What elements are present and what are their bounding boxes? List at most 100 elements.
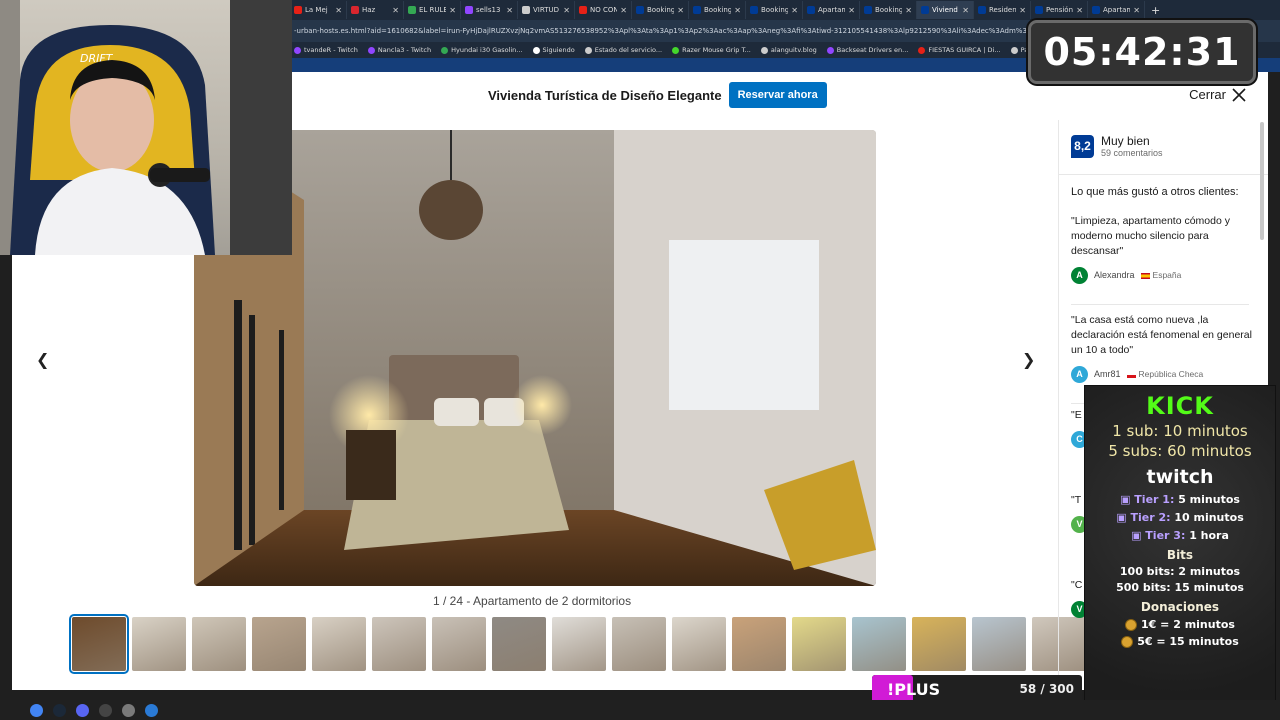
photo-thumbnail[interactable] xyxy=(792,617,846,671)
bookmark-item[interactable]: Hyundai i30 Gasolin... xyxy=(441,46,523,54)
browser-tab[interactable]: Booking ✕ xyxy=(746,1,803,19)
tab-label: Viviend xyxy=(932,6,958,14)
reserve-now-button[interactable]: Reservar ahora xyxy=(728,82,827,108)
photo-thumbnail[interactable] xyxy=(252,617,306,671)
photo-thumbnail[interactable] xyxy=(912,617,966,671)
tab-label: sells13 xyxy=(476,6,501,14)
browser-tab[interactable]: Apartam ✕ xyxy=(803,1,860,19)
browser-tab[interactable]: EL RULE ✕ xyxy=(404,1,461,19)
tab-favicon-icon xyxy=(750,6,758,14)
bookmark-item[interactable]: Razer Mouse Grip T... xyxy=(672,46,751,54)
photo-thumbnail[interactable] xyxy=(312,617,366,671)
tab-label: Residen xyxy=(989,6,1017,14)
tab-close-icon[interactable]: ✕ xyxy=(506,6,513,15)
bookmark-favicon-icon xyxy=(1010,46,1018,54)
bookmark-favicon-icon xyxy=(760,46,768,54)
bookmark-item[interactable]: alanguitv.blog xyxy=(760,46,817,54)
browser-tab[interactable]: Haz ✕ xyxy=(347,1,404,19)
tab-close-icon[interactable]: ✕ xyxy=(392,6,399,15)
previous-photo-arrow-icon[interactable]: ❮ xyxy=(36,350,49,369)
bits-rule-1: 100 bits: 2 minutos xyxy=(1119,565,1241,578)
photo-thumbnail[interactable] xyxy=(432,617,486,671)
reviews-scrollbar[interactable] xyxy=(1260,122,1264,240)
tab-close-icon[interactable]: ✕ xyxy=(1019,6,1026,15)
browser-tab[interactable]: sells13 ✕ xyxy=(461,1,518,19)
tab-close-icon[interactable]: ✕ xyxy=(1076,6,1083,15)
obs-icon[interactable] xyxy=(99,703,112,717)
next-photo-arrow-icon[interactable]: ❯ xyxy=(1022,350,1035,369)
tab-favicon-icon xyxy=(921,6,929,14)
browser-tab[interactable]: Apartam ✕ xyxy=(1088,1,1145,19)
tab-close-icon[interactable]: ✕ xyxy=(962,6,969,15)
review-item: "La casa está como nueva ,la declaración… xyxy=(1071,313,1256,383)
photo-thumbnail[interactable] xyxy=(972,617,1026,671)
donation-rule-2: 5€ = 15 minutos xyxy=(1085,635,1275,648)
bookmark-label: Nancla3 - Twitch xyxy=(377,46,432,54)
browser-tab[interactable]: Residen ✕ xyxy=(974,1,1031,19)
photo-thumbnail[interactable] xyxy=(69,614,129,674)
tab-favicon-icon xyxy=(351,6,359,14)
tab-label: Booking xyxy=(647,6,675,14)
browser-tab[interactable]: Viviend ✕ xyxy=(917,1,974,19)
review-count[interactable]: 59 comentarios xyxy=(1101,148,1163,158)
tab-close-icon[interactable]: ✕ xyxy=(563,6,570,15)
photo-thumbnail[interactable] xyxy=(552,617,606,671)
tab-close-icon[interactable]: ✕ xyxy=(848,6,855,15)
reviewer-name: Alexandra xyxy=(1094,270,1135,280)
bookmark-label: Siguiendo xyxy=(542,46,575,54)
tab-favicon-icon xyxy=(864,6,872,14)
browser-tab[interactable]: Booking ✕ xyxy=(860,1,917,19)
bookmark-favicon-icon xyxy=(367,46,375,54)
close-button[interactable]: Cerrar xyxy=(1189,87,1246,102)
bookmark-item[interactable]: Siguiendo xyxy=(532,46,575,54)
bookmark-item[interactable]: Estado del servicio... xyxy=(584,46,662,54)
photo-thumbnail[interactable] xyxy=(132,617,186,671)
reviewer-country: República Checa xyxy=(1126,367,1204,382)
browser-tab[interactable]: NO CON ✕ xyxy=(575,1,632,19)
browser-tab[interactable]: Booking ✕ xyxy=(689,1,746,19)
tab-close-icon[interactable]: ✕ xyxy=(734,6,741,15)
tab-close-icon[interactable]: ✕ xyxy=(449,6,456,15)
tab-close-icon[interactable]: ✕ xyxy=(335,6,342,15)
browser-tab[interactable]: Booking ✕ xyxy=(632,1,689,19)
tab-close-icon[interactable]: ✕ xyxy=(905,6,912,15)
country-name: República Checa xyxy=(1138,369,1204,379)
steam-icon[interactable] xyxy=(53,703,66,717)
tab-close-icon[interactable]: ✕ xyxy=(791,6,798,15)
subathon-timer: 05:42:31 xyxy=(1028,20,1256,84)
photo-thumbnail[interactable] xyxy=(492,617,546,671)
photo-thumbnail[interactable] xyxy=(732,617,786,671)
photo-thumbnail[interactable] xyxy=(852,617,906,671)
tab-close-icon[interactable]: ✕ xyxy=(1133,6,1140,15)
tier-name: Tier 1: xyxy=(1134,493,1175,506)
app-icon[interactable] xyxy=(122,703,135,717)
tab-label: Pensión xyxy=(1046,6,1074,14)
country-flag-icon xyxy=(1126,371,1136,378)
bookmark-item[interactable]: FIESTAS GUIRCA | Di... xyxy=(918,46,1001,54)
new-tab-plus-icon[interactable]: + xyxy=(1145,4,1166,17)
bookmark-label: Razer Mouse Grip T... xyxy=(682,46,751,54)
bookmark-item[interactable]: tvandeR - Twitch xyxy=(294,46,358,54)
browser-tab[interactable]: Pensión ✕ xyxy=(1031,1,1088,19)
tab-favicon-icon xyxy=(636,6,644,14)
browser-tab[interactable]: VIRTUD ✕ xyxy=(518,1,575,19)
browser-tab[interactable]: La Mej ✕ xyxy=(290,1,347,19)
discord-icon[interactable] xyxy=(76,703,89,717)
bookmark-item[interactable]: Nancla3 - Twitch xyxy=(367,46,432,54)
photo-thumbnail[interactable] xyxy=(612,617,666,671)
photo-thumbnail[interactable] xyxy=(192,617,246,671)
chrome-icon[interactable] xyxy=(30,703,43,717)
bookmark-item[interactable]: Backseat Drivers en... xyxy=(826,46,908,54)
photo-thumbnail[interactable] xyxy=(372,617,426,671)
tab-label: Apartam xyxy=(818,6,846,14)
tab-favicon-icon xyxy=(294,6,302,14)
country-flag-icon xyxy=(1140,272,1150,279)
photo-thumbnail[interactable] xyxy=(672,617,726,671)
tab-close-icon[interactable]: ✕ xyxy=(620,6,627,15)
review-item: "Limpieza, apartamento cómodo y moderno … xyxy=(1071,214,1256,284)
twitch-glitch-icon: ▣ xyxy=(1131,529,1146,542)
tab-favicon-icon xyxy=(978,6,986,14)
snipping-tool-icon[interactable] xyxy=(145,703,158,717)
tab-close-icon[interactable]: ✕ xyxy=(677,6,684,15)
country-name: España xyxy=(1152,270,1182,280)
